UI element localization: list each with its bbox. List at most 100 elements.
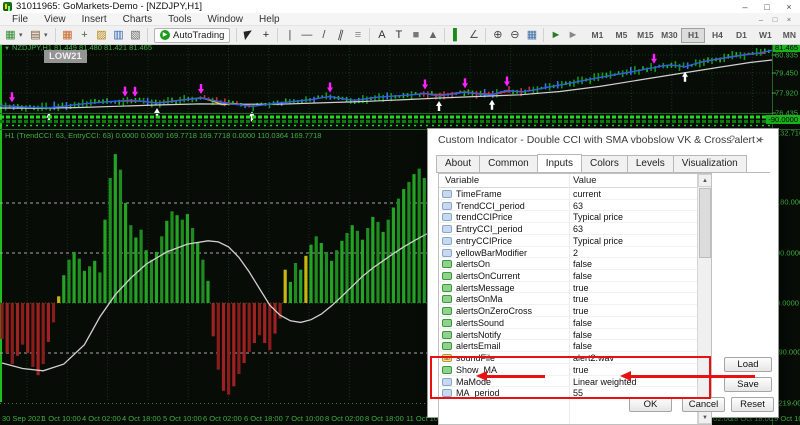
tab-common[interactable]: Common [479,155,538,172]
profiles-dropdown-icon[interactable]: ▾ [44,31,52,39]
table-row[interactable]: alertsOnZeroCrosstrue [439,305,698,317]
ok-button[interactable]: OK [629,397,672,412]
tab-colors[interactable]: Colors [581,155,628,172]
chart-shift-icon[interactable]: ► [564,27,581,44]
timeframe-d1[interactable]: D1 [729,28,753,43]
menu-tools[interactable]: Tools [160,14,199,25]
zoom-out-icon[interactable]: ⊖ [506,27,523,44]
auto-scroll-icon[interactable]: ► [547,27,564,44]
save-button[interactable]: Save [724,377,772,392]
close-icon[interactable]: × [778,2,800,12]
zoom-in-icon[interactable]: ⊕ [489,27,506,44]
arrows-tool-icon[interactable]: ▲ [424,27,441,44]
timeframe-h1[interactable]: H1 [681,28,705,43]
table-row[interactable]: Show_MAtrue [439,364,698,376]
variable-value[interactable]: false [573,330,592,340]
data-window-icon[interactable]: ▥ [110,27,127,44]
text-icon[interactable]: A [373,27,390,44]
indicator-list-icon[interactable]: ∠ [465,27,482,44]
timeframe-mn[interactable]: MN [777,28,800,43]
navigator-icon[interactable]: + [76,27,93,44]
reset-button[interactable]: Reset [731,397,774,412]
tile-windows-icon[interactable]: ▦ [523,27,540,44]
table-row[interactable]: alertsOnMatrue [439,293,698,305]
minimize-icon[interactable]: – [734,2,756,12]
menu-insert[interactable]: Insert [74,14,115,25]
text-label-icon[interactable]: T [390,27,407,44]
table-scrollbar[interactable]: ▲ ▼ [697,174,711,424]
tab-inputs[interactable]: Inputs [537,154,582,172]
indicators-icon[interactable]: ▌ [448,27,465,44]
variable-value[interactable]: 63 [573,224,583,234]
equidistant-channel-icon[interactable]: ∥ [330,25,351,46]
variable-value[interactable]: Typical price [573,236,623,246]
timeframe-w1[interactable]: W1 [753,28,777,43]
menu-help[interactable]: Help [251,14,288,25]
table-row[interactable]: alertsMessagetrue [439,282,698,294]
timeframe-m15[interactable]: M15 [633,28,657,43]
terminal-icon[interactable]: ▨ [93,27,110,44]
variable-value[interactable]: Typical price [573,212,623,222]
shapes-icon[interactable]: ■ [407,27,424,44]
tab-levels[interactable]: Levels [627,155,674,172]
variable-value[interactable]: Linear weighted [573,377,637,387]
table-row[interactable]: alertsEmailfalse [439,340,698,352]
new-chart-dropdown-icon[interactable]: ▾ [19,31,27,39]
child-close-icon[interactable]: × [782,15,796,24]
help-button[interactable]: ? [722,129,742,151]
new-chart-icon[interactable]: ▦ [2,27,19,44]
load-button[interactable]: Load [724,357,772,372]
table-row[interactable]: alertsNotifyfalse [439,329,698,341]
cursor-icon[interactable]: ◤ [239,25,259,45]
table-row[interactable]: absoundFilealert2.wav [439,352,698,364]
table-row[interactable]: MaModeLinear weighted [439,376,698,388]
child-restore-icon[interactable]: □ [768,15,782,24]
variable-value[interactable]: false [573,318,592,328]
variable-value[interactable]: true [573,365,589,375]
crosshair-icon[interactable]: + [257,27,274,44]
variable-value[interactable]: 63 [573,201,583,211]
profiles-icon[interactable]: ▤ [27,27,44,44]
menu-window[interactable]: Window [199,14,251,25]
variable-value[interactable]: false [573,341,592,351]
horizontal-line-icon[interactable]: — [298,27,315,44]
table-row[interactable]: EntryCCI_period63 [439,223,698,235]
variable-value[interactable]: false [573,271,592,281]
cancel-button[interactable]: Cancel [682,397,725,412]
tab-visualization[interactable]: Visualization [673,155,747,172]
autotrading-button[interactable]: ▶AutoTrading [154,28,230,43]
scroll-down-icon[interactable]: ▼ [698,411,712,424]
tab-about[interactable]: About [436,155,480,172]
table-row[interactable]: yellowBarModifier2 [439,247,698,259]
table-row[interactable]: alertsOnfalse [439,258,698,270]
timeframe-m30[interactable]: M30 [657,28,681,43]
market-watch-icon[interactable]: ▦ [59,27,76,44]
timeframe-m5[interactable]: M5 [609,28,633,43]
variable-value[interactable]: true [573,294,589,304]
variable-value[interactable]: true [573,283,589,293]
variable-value[interactable]: 2 [573,248,578,258]
table-row[interactable]: entryCCIPriceTypical price [439,235,698,247]
table-row[interactable]: TimeFramecurrent [439,188,698,200]
child-minimize-icon[interactable]: – [754,15,768,24]
menu-file[interactable]: File [4,14,36,25]
scrollbar-thumb[interactable] [699,188,711,258]
fibonacci-icon[interactable]: ≡ [349,27,366,44]
variable-value[interactable]: true [573,306,589,316]
table-row[interactable]: alertsSoundfalse [439,317,698,329]
close-icon[interactable]: × [748,129,770,151]
variable-value[interactable]: false [573,259,592,269]
scroll-up-icon[interactable]: ▲ [698,174,712,187]
table-row[interactable]: trendCCIPriceTypical price [439,211,698,223]
menu-view[interactable]: View [36,14,74,25]
timeframe-m1[interactable]: M1 [585,28,609,43]
strategy-tester-icon[interactable]: ▧ [127,27,144,44]
vertical-line-icon[interactable]: | [281,27,298,44]
variable-value[interactable]: 55 [573,388,583,398]
table-row[interactable]: alertsOnCurrentfalse [439,270,698,282]
variable-value[interactable]: alert2.wav [573,353,614,363]
table-row[interactable]: TrendCCI_period63 [439,200,698,212]
restore-icon[interactable]: □ [756,2,778,12]
timeframe-h4[interactable]: H4 [705,28,729,43]
menu-charts[interactable]: Charts [115,14,160,25]
